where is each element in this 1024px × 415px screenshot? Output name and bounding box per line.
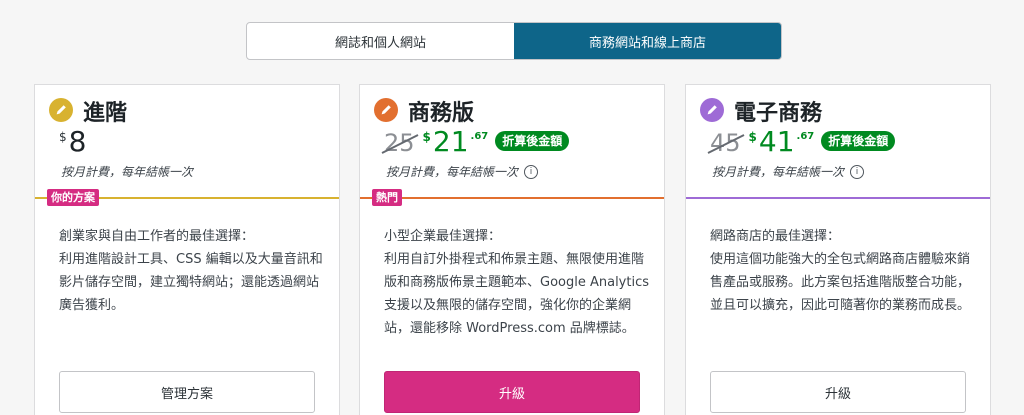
plan-name: 商務版 xyxy=(408,101,475,126)
desc-body: 利用進階設計工具、CSS 編輯以及大量音訊和影片儲存空間，建立獨特網站；還能透過… xyxy=(59,252,323,313)
original-price: 45 xyxy=(707,129,745,157)
plan-name: 進階 xyxy=(83,101,128,126)
manage-plan-button[interactable]: 管理方案 xyxy=(59,371,315,413)
pencil-icon xyxy=(49,98,73,122)
price-cents: .67 xyxy=(796,131,815,142)
price-cents: .67 xyxy=(470,131,489,142)
info-icon[interactable]: i xyxy=(524,164,539,179)
price: $ 8 xyxy=(59,127,86,157)
pencil-icon xyxy=(700,98,724,122)
desc-body: 使用這個功能強大的全包式網路商店體驗來銷售產品或服務。此方案包括進階版整合功能，… xyxy=(710,252,971,313)
currency-symbol: $ xyxy=(748,130,757,144)
toggle-business-ecommerce[interactable]: 商務網站和線上商店 xyxy=(514,23,781,59)
billing-note: 按月計費，每年結帳一次 i xyxy=(712,163,865,180)
desc-title: 創業家與自由工作者的最佳選擇： xyxy=(59,229,255,244)
pencil-icon xyxy=(374,98,398,122)
plan-name: 電子商務 xyxy=(734,101,823,126)
upgrade-button[interactable]: 升級 xyxy=(384,371,640,413)
currency-symbol: $ xyxy=(422,130,431,144)
billing-text: 按月計費，每年結帳一次 xyxy=(712,165,845,179)
original-price: 25 xyxy=(381,129,419,157)
toggle-blogs-personal[interactable]: 網誌和個人網站 xyxy=(247,23,514,59)
plan-description: 創業家與自由工作者的最佳選擇： 利用進階設計工具、CSS 編輯以及大量音訊和影片… xyxy=(59,225,327,317)
price: 25 $ 21 .67 折算後金額 xyxy=(381,125,570,158)
plan-type-toggle: 網誌和個人網站 商務網站和線上商店 xyxy=(246,22,782,60)
price-amount: 8 xyxy=(68,125,87,158)
price: 45 $ 41 .67 折算後金額 xyxy=(707,125,896,158)
upgrade-button[interactable]: 升級 xyxy=(710,371,966,413)
plan-card-business: 商務版 25 $ 21 .67 折算後金額 按月計費，每年結帳一次 i 熱門 小… xyxy=(359,84,665,415)
discount-badge: 折算後金額 xyxy=(821,131,896,151)
billing-text: 按月計費，每年結帳一次 xyxy=(61,165,194,179)
popular-badge: 熱門 xyxy=(372,189,402,206)
billing-note: 按月計費，每年結帳一次 xyxy=(61,163,193,180)
desc-body: 利用自訂外掛程式和佈景主題、無限使用進階版和商務版佈景主題範本、Google A… xyxy=(384,252,650,336)
plan-divider xyxy=(360,197,664,199)
plan-description: 小型企業最佳選擇： 利用自訂外掛程式和佈景主題、無限使用進階版和商務版佈景主題範… xyxy=(384,225,652,340)
desc-title: 網路商店的最佳選擇： xyxy=(710,229,841,244)
plan-card-premium: 進階 $ 8 按月計費，每年結帳一次 你的方案 創業家與自由工作者的最佳選擇： … xyxy=(34,84,340,415)
plan-divider xyxy=(686,197,990,199)
billing-text: 按月計費，每年結帳一次 xyxy=(386,165,519,179)
billing-note: 按月計費，每年結帳一次 i xyxy=(386,163,539,180)
price-amount: 21 xyxy=(432,125,469,158)
price-amount: 41 xyxy=(758,125,795,158)
current-plan-badge: 你的方案 xyxy=(47,189,99,206)
currency-symbol: $ xyxy=(59,130,67,144)
discount-badge: 折算後金額 xyxy=(495,131,570,151)
info-icon[interactable]: i xyxy=(850,164,865,179)
plan-card-ecommerce: 電子商務 45 $ 41 .67 折算後金額 按月計費，每年結帳一次 i 網路商… xyxy=(685,84,991,415)
desc-title: 小型企業最佳選擇： xyxy=(384,229,502,244)
plan-description: 網路商店的最佳選擇： 使用這個功能強大的全包式網路商店體驗來銷售產品或服務。此方… xyxy=(710,225,978,317)
